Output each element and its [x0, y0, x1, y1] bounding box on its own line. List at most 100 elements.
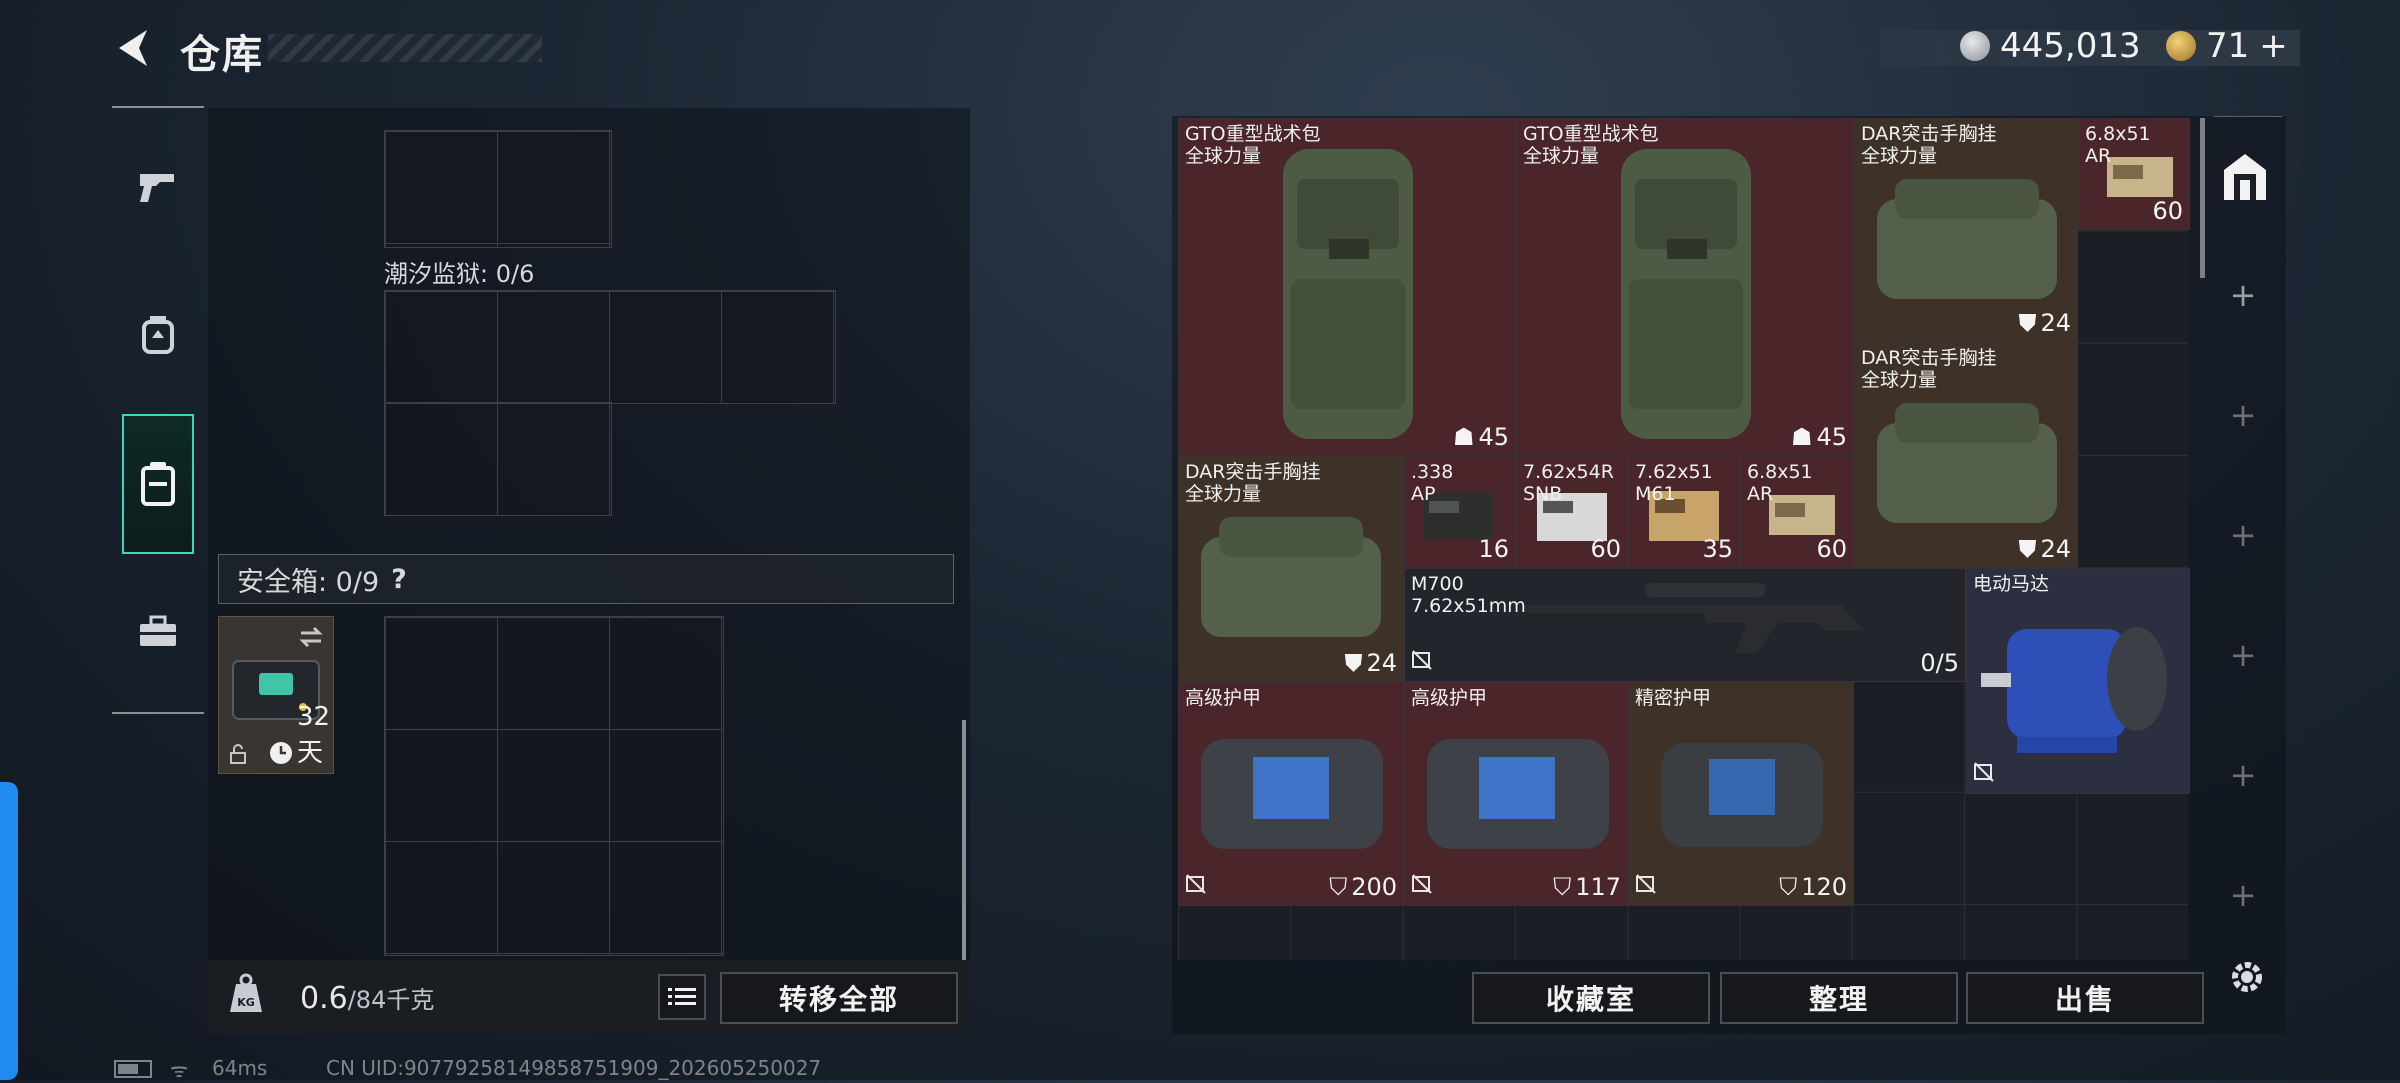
durability-shield-icon: ⛉ [1779, 873, 1798, 901]
weight-capacity: /84千克 [347, 986, 435, 1014]
item-name: GTO重型战术包 全球力量 [1523, 123, 1659, 167]
item-count: 60 [1816, 535, 1847, 563]
strip-divider [2214, 116, 2282, 117]
wifi-icon: ᯤ [170, 1058, 189, 1082]
item-armor-advanced-1[interactable]: 高级护甲 ⛉ 200 [1178, 682, 1404, 906]
list-view-button[interactable] [658, 974, 706, 1020]
item-count: ☗ 45 [1790, 423, 1847, 451]
prison-grid-row2[interactable] [384, 402, 612, 516]
nav-gear[interactable] [122, 290, 194, 382]
transfer-all-button[interactable]: 转移全部 [720, 972, 958, 1024]
left-scrollbar[interactable] [962, 720, 966, 960]
ping-label: 64ms [212, 1056, 268, 1080]
armor-vest-icon: ⛊ [1344, 649, 1363, 677]
back-button[interactable] [108, 22, 158, 74]
swap-icon[interactable] [297, 625, 325, 649]
backpack-icon [142, 316, 174, 354]
toolbox-icon [140, 615, 176, 646]
item-count: ⛉ 117 [1553, 873, 1621, 901]
item-name: 高级护甲 [1411, 687, 1488, 709]
item-name: 7.62x51 M61 [1635, 461, 1713, 505]
collection-room-button[interactable]: 收藏室 [1472, 972, 1710, 1024]
item-name: DAR突击手胸挂 全球力量 [1861, 347, 1997, 391]
side-drawer-handle[interactable] [0, 782, 18, 1080]
settings-button[interactable] [2226, 956, 2268, 998]
item-count: ⛊ 24 [2018, 535, 2071, 563]
prison-grid-row1[interactable] [384, 290, 836, 404]
tactical-backpack-icon [1283, 149, 1413, 439]
electric-motor-icon [1981, 627, 2167, 753]
item-name: .338 AP [1411, 461, 1454, 505]
currency-gold[interactable]: 71 + [2166, 26, 2288, 66]
prison-label: 潮汐监狱: 0/6 [384, 260, 535, 288]
silver-coin-icon [1960, 31, 1990, 61]
item-ammo-338[interactable]: .338 AP 16 [1404, 456, 1516, 568]
item-count: ⛊ 24 [1344, 649, 1397, 677]
add-icon[interactable]: + [2228, 519, 2258, 551]
item-ammo-762r[interactable]: 7.62x54R SNB 60 [1516, 456, 1628, 568]
item-electric-motor[interactable]: 电动马达 [1966, 568, 2190, 794]
help-icon[interactable]: ? [391, 564, 407, 595]
list-icon [668, 988, 696, 1005]
item-dar-chest-rig-3[interactable]: DAR突击手胸挂 全球力量 ⛊ 24 [1178, 456, 1404, 682]
item-gto-backpack-2[interactable]: GTO重型战术包 全球力量 ☗ 45 [1516, 118, 1854, 456]
item-count: ☗ 45 [1452, 423, 1509, 451]
uid-label: CN UID:90779258149858751909_202605250027 [326, 1056, 822, 1080]
currency-silver[interactable]: 445,013 [1960, 26, 2141, 66]
item-name: M700 7.62x51mm [1411, 573, 1526, 617]
nav-storage[interactable] [122, 414, 194, 554]
item-name: 精密护甲 [1635, 687, 1712, 709]
item-name: 6.8x51 AR [2085, 123, 2151, 167]
item-ammo-6-8[interactable]: 6.8x51 AR 60 [1740, 456, 1854, 568]
armor-vest-icon: ⛊ [2018, 309, 2037, 337]
sort-button[interactable]: 整理 [1720, 972, 1958, 1024]
item-dar-chest-rig-2[interactable]: DAR突击手胸挂 全球力量 ⛊ 24 [1854, 342, 2078, 568]
nav-weapons[interactable] [122, 140, 194, 232]
item-count: 60 [1590, 535, 1621, 563]
add-stash-tab-button[interactable]: + [2228, 279, 2258, 311]
item-count: 35 [1702, 535, 1733, 563]
no-insure-icon [1973, 761, 1995, 787]
item-dar-chest-rig-1[interactable]: DAR突击手胸挂 全球力量 ⛊ 24 [1854, 118, 2078, 342]
nav-toolbox[interactable] [122, 586, 194, 678]
add-icon[interactable]: + [2228, 639, 2258, 671]
gold-add[interactable]: + [2259, 26, 2288, 66]
item-armor-precision[interactable]: 精密护甲 ⛉ 120 [1628, 682, 1854, 906]
safe-box-item[interactable]: 32天 [218, 616, 334, 774]
item-count: ⛉ 200 [1329, 873, 1397, 901]
item-m700-rifle[interactable]: M700 7.62x51mm 0/5 [1404, 568, 1966, 682]
item-name: 7.62x54R SNB [1523, 461, 1614, 505]
battery-icon [114, 1060, 152, 1078]
right-scrollbar[interactable] [2200, 118, 2205, 278]
svg-text:KG: KG [237, 996, 255, 1009]
add-icon[interactable]: + [2228, 879, 2258, 911]
weight-value: 0.6 [300, 981, 348, 1016]
item-count: 16 [1478, 535, 1509, 563]
sell-button[interactable]: 出售 [1966, 972, 2204, 1024]
item-name: DAR突击手胸挂 全球力量 [1861, 123, 1997, 167]
clock-icon [270, 742, 292, 764]
no-insure-icon [1411, 873, 1433, 899]
silver-amount: 445,013 [2000, 26, 2141, 66]
clipboard-icon [141, 462, 175, 506]
add-icon[interactable]: + [2228, 399, 2258, 431]
weight-icon: KG [226, 972, 266, 1016]
add-icon[interactable]: + [2228, 759, 2258, 791]
pistol-icon [140, 174, 174, 202]
item-count: ⛊ 24 [2018, 309, 2071, 337]
armor-vest-icon: ⛊ [2018, 535, 2037, 563]
item-armor-advanced-2[interactable]: 高级护甲 ⛉ 117 [1404, 682, 1628, 906]
container-grid-top[interactable] [384, 130, 612, 248]
item-gto-backpack-1[interactable]: GTO重型战术包 全球力量 ☗ 45 [1178, 118, 1516, 456]
safe-box-label: 安全箱: 0/9 [237, 566, 380, 598]
safe-box-grid[interactable] [384, 616, 724, 956]
safe-box-bar: 安全箱: 0/9 ? [218, 554, 954, 604]
capacity-icon: ☗ [1790, 423, 1813, 451]
stash-tab-main[interactable] [2220, 150, 2270, 204]
item-ammo-6-8-top[interactable]: 6.8x51 AR 60 [2078, 118, 2190, 230]
item-count: ⛉ 120 [1779, 873, 1847, 901]
item-name: 6.8x51 AR [1747, 461, 1813, 505]
page-title: 仓库 [180, 32, 264, 78]
title-decoration [268, 34, 542, 62]
item-ammo-762[interactable]: 7.62x51 M61 35 [1628, 456, 1740, 568]
